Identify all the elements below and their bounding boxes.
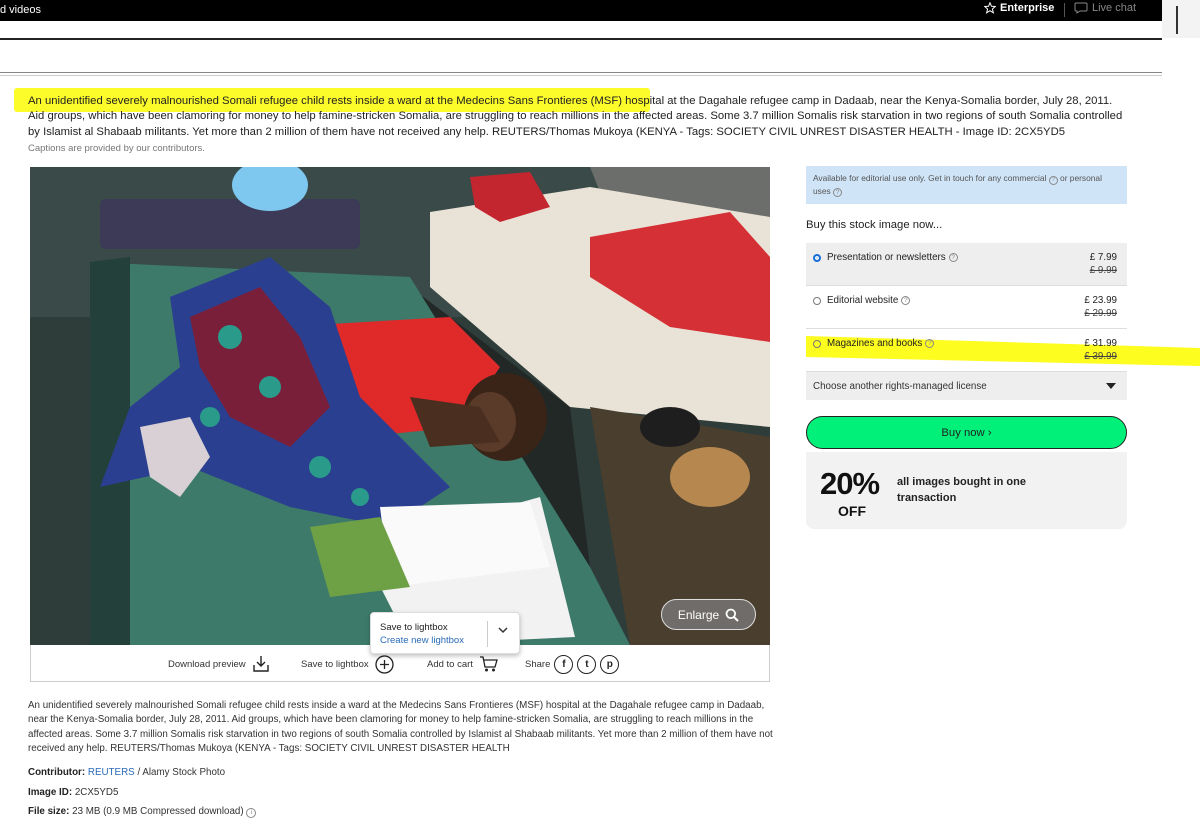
scrollbar-thumb[interactable] — [1176, 6, 1178, 34]
download-preview-button[interactable]: Download preview — [168, 655, 270, 673]
image-caption: An unidentified severely malnourished So… — [28, 94, 1128, 140]
license-option-editorial-website[interactable]: Editorial website? £ 23.99 £ 29.99 — [806, 286, 1127, 329]
download-preview-label: Download preview — [168, 658, 246, 670]
create-new-lightbox-link[interactable]: Create new lightbox — [380, 635, 464, 646]
file-size-label: File size: — [28, 806, 70, 817]
enterprise-label: Enterprise — [1000, 2, 1055, 14]
image-id-row: Image ID: 2CX5YD5 — [28, 787, 118, 798]
license-dropdown-label: Choose another rights-managed license — [813, 381, 987, 392]
option-label: Magazines and books — [827, 338, 923, 349]
radio-button[interactable] — [813, 340, 821, 348]
help-icon[interactable]: ? — [925, 339, 935, 348]
enlarge-label: Enlarge — [677, 607, 720, 622]
divider — [0, 38, 1162, 40]
magnifier-icon — [725, 608, 739, 622]
chevron-down-icon[interactable] — [498, 625, 508, 637]
videos-link[interactable]: d videos — [0, 4, 41, 16]
live-chat-label: Live chat — [1092, 2, 1137, 14]
divider — [0, 75, 1162, 76]
help-icon[interactable]: ? — [1048, 175, 1058, 185]
image-description: An unidentified severely malnourished So… — [28, 700, 773, 755]
option-was-price: £ 9.99 — [1089, 265, 1117, 276]
file-size-row: File size: 23 MB (0.9 MB Compressed down… — [28, 806, 257, 818]
cart-icon — [479, 656, 498, 672]
lightbox-popup: Save to lightbox Create new lightbox — [370, 612, 520, 654]
option-was-price: £ 29.99 — [1084, 308, 1117, 319]
promo-text: all images bought in one transaction — [897, 476, 1026, 504]
option-was-price: £ 39.99 — [1084, 351, 1117, 362]
contributor-label: Contributor: — [28, 767, 86, 778]
caption-note: Captions are provided by our contributor… — [28, 143, 205, 154]
file-size-value: 23 MB (0.9 MB Compressed download) — [72, 806, 244, 817]
share-label: Share — [525, 659, 551, 670]
divider — [1064, 3, 1065, 17]
twitter-icon[interactable]: t — [577, 655, 597, 674]
stock-photo[interactable]: Enlarge — [30, 167, 770, 645]
buy-title: Buy this stock image now... — [806, 219, 943, 231]
info-icon[interactable]: i — [246, 807, 257, 818]
license-option-magazines[interactable]: Magazines and books? £ 31.99 £ 39.99 — [806, 329, 1127, 372]
share-group: Share f t p — [525, 655, 620, 674]
help-icon[interactable]: ? — [833, 188, 843, 197]
facebook-icon[interactable]: f — [554, 655, 574, 674]
notice-text: Available for editorial use only. Get in… — [813, 173, 1047, 183]
promo-percent: 20% — [820, 466, 880, 501]
option-price: £ 23.99 — [1084, 295, 1117, 306]
caret-down-icon — [1106, 383, 1116, 389]
license-dropdown[interactable]: Choose another rights-managed license — [806, 372, 1127, 400]
promo-off: OFF — [838, 503, 866, 519]
add-to-cart-button[interactable]: Add to cart — [427, 655, 499, 673]
promo-banner: 20% OFF all images bought in one transac… — [806, 452, 1127, 529]
save-to-lightbox-label: Save to lightbox — [301, 659, 369, 670]
add-to-cart-label: Add to cart — [427, 658, 473, 670]
image-id-value: 2CX5YD5 — [74, 787, 119, 798]
contributor-link[interactable]: REUTERS — [88, 767, 135, 778]
popup-save-to-lightbox[interactable]: Save to lightbox — [380, 622, 448, 633]
photo-illustration — [30, 167, 770, 645]
star-icon — [984, 2, 996, 14]
contributor-row: Contributor: REUTERS / Alamy Stock Photo — [28, 767, 225, 778]
pinterest-icon[interactable]: p — [600, 655, 620, 674]
enlarge-button[interactable]: Enlarge — [661, 599, 756, 630]
option-label: Editorial website — [827, 295, 899, 306]
contributor-rest: / Alamy Stock Photo — [137, 767, 226, 778]
option-price: £ 31.99 — [1084, 338, 1117, 349]
radio-button[interactable] — [813, 297, 821, 305]
option-label: Presentation or newsletters — [827, 252, 946, 263]
plus-circle-icon — [374, 655, 394, 674]
top-bar: d videos Enterprise Live chat — [0, 0, 1162, 21]
help-icon[interactable]: ? — [948, 253, 958, 262]
radio-button[interactable] — [813, 254, 821, 262]
editorial-notice: Available for editorial use only. Get in… — [806, 166, 1127, 204]
live-chat-link[interactable]: Live chat — [1074, 2, 1136, 14]
option-price: £ 7.99 — [1089, 252, 1117, 263]
help-icon[interactable]: ? — [901, 296, 911, 305]
caption-highlighted: An unidentified severely malnourished So… — [28, 95, 644, 107]
buy-now-button[interactable]: Buy now › — [806, 416, 1127, 449]
save-to-lightbox-button[interactable]: Save to lightbox — [301, 655, 394, 674]
license-option-presentation[interactable]: Presentation or newsletters? £ 7.99 £ 9.… — [806, 243, 1127, 286]
image-id-label: Image ID: — [28, 787, 73, 798]
enterprise-link[interactable]: Enterprise — [984, 2, 1054, 14]
divider — [0, 72, 1162, 73]
divider — [487, 621, 488, 647]
chat-icon — [1074, 2, 1088, 14]
scrollbar-track[interactable] — [1162, 0, 1200, 38]
download-icon — [252, 656, 269, 672]
